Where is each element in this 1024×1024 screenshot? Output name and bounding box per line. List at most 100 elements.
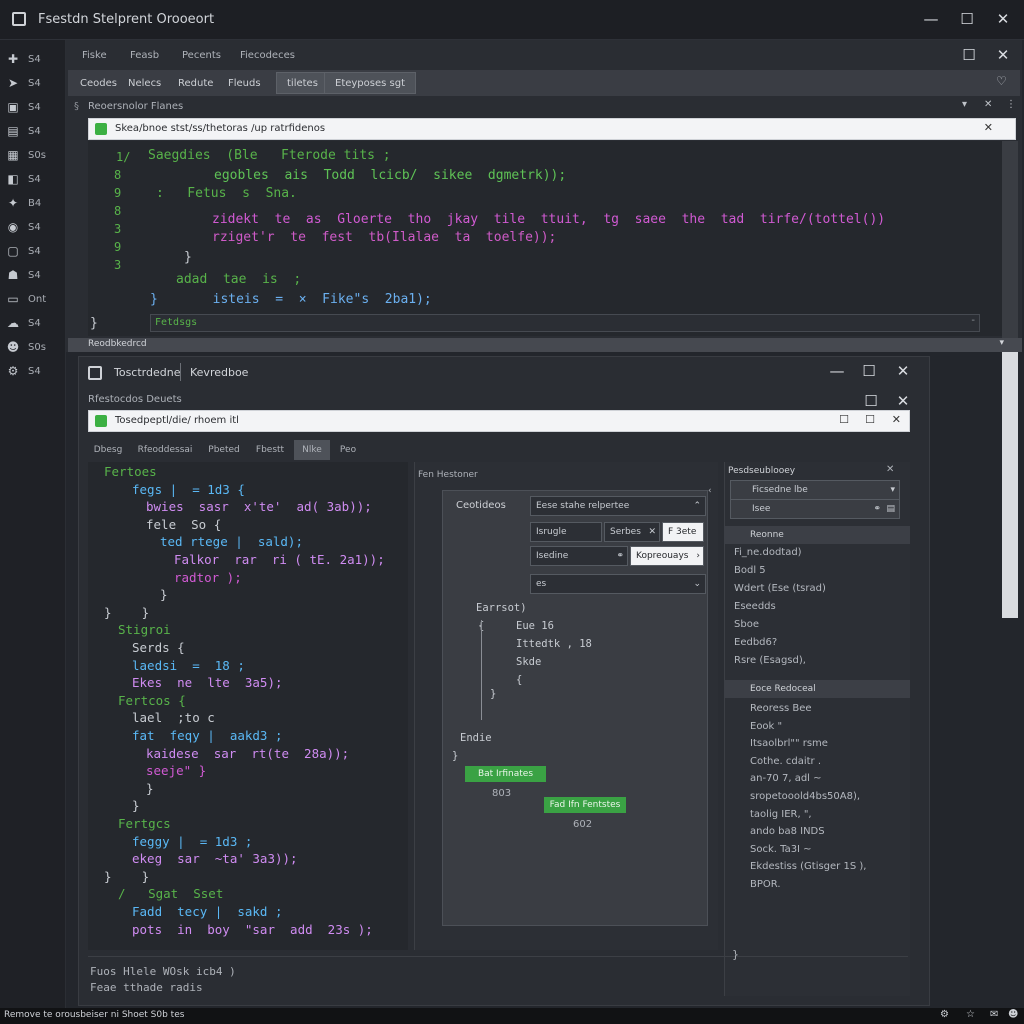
property-item[interactable]: Wdert (Ese (tsrad) — [734, 583, 826, 594]
heart-icon[interactable]: ♡ — [996, 74, 1007, 88]
sidebar-item-1[interactable]: ➤ S4 — [6, 72, 62, 94]
sidebar-item-10[interactable]: ▭ Ont — [6, 288, 62, 310]
status-sync-icon[interactable]: ☆ — [966, 1009, 975, 1020]
gear-icon: ⚙ — [7, 364, 19, 378]
link-icon-2[interactable]: ⚭ — [873, 504, 881, 514]
minimize-button[interactable]: — — [916, 6, 946, 32]
overflow-icon[interactable]: ▤ — [886, 504, 895, 514]
menu-item-help[interactable]: Fiecodeces — [240, 50, 295, 61]
win2-close-button[interactable]: ✕ — [888, 358, 918, 384]
field-clear-icon[interactable]: ✕ — [648, 527, 656, 537]
close-button[interactable]: ✕ — [988, 6, 1018, 32]
path-minimize-icon[interactable]: ☐ — [839, 413, 849, 426]
tab-0[interactable]: Dbesg — [88, 440, 128, 460]
form-select-1[interactable]: Eese stahe relpertee ⌃ — [530, 496, 706, 516]
sidebar-item-4[interactable]: ▦ S0s — [6, 144, 62, 166]
form-field-b[interactable]: Serbes ✕ — [604, 522, 660, 542]
sidebar-item-11[interactable]: ☁ S4 — [6, 312, 62, 334]
sidebar-item-label: S4 — [28, 221, 41, 233]
status-settings-icon[interactable]: ⚙ — [940, 1009, 949, 1020]
properties-dropdown[interactable]: Ficsedne lbe ▾ — [730, 480, 900, 500]
code-line: feggy | = 1d3 ; — [132, 833, 253, 849]
property-item[interactable]: Bodl 5 — [734, 565, 766, 576]
title-separator — [180, 363, 181, 381]
form-field-d[interactable]: Isedine ⚭ — [530, 546, 628, 566]
sidebar-item-12[interactable]: ☻ S0s — [6, 336, 62, 358]
tab-4[interactable]: Nlke — [294, 440, 330, 460]
pane-close-icon[interactable]: ✕ — [984, 99, 992, 110]
menu-item-file[interactable]: Fiske — [82, 50, 107, 61]
code-line: laedsi = 18 ; — [132, 657, 245, 673]
file-path-bar[interactable]: Skea/bnoe stst/ss/thetoras /up ratrfiden… — [88, 118, 1016, 140]
form-field-a[interactable]: Isrugle — [530, 522, 602, 542]
line-number: 8 — [114, 168, 122, 182]
property-item[interactable]: Fi_ne.dodtad) — [734, 547, 802, 558]
pane-menu-icon[interactable]: ⋮ — [1006, 99, 1016, 110]
properties-close-icon[interactable]: ✕ — [886, 464, 894, 475]
win1-maximize-button[interactable]: ☐ — [954, 42, 984, 68]
code-line: ekeg sar ~ta' 3a3)); — [132, 851, 298, 867]
main-scrollbar[interactable] — [1002, 352, 1018, 618]
form-select-2[interactable]: es ⌄ — [530, 574, 706, 594]
properties-field[interactable]: Isee ⚭ ▤ — [730, 499, 900, 519]
form-snippet-line: Skde — [516, 656, 542, 668]
property-item: Eook " — [750, 720, 783, 732]
panel-chevron-icon[interactable]: ▾ — [999, 338, 1004, 348]
property-item[interactable]: Sboe — [734, 619, 759, 630]
form-preview-collapse-icon[interactable]: ‹ — [708, 486, 712, 496]
app-logo-icon — [12, 12, 26, 26]
menu-item-view[interactable]: Pecents — [182, 50, 221, 61]
sidebar-item-5[interactable]: ◧ S4 — [6, 168, 62, 190]
sidebar-item-9[interactable]: ☗ S4 — [6, 264, 62, 286]
secondary-action-button[interactable]: Fad Ifn Fentstes — [544, 797, 626, 813]
sidebar-item-13[interactable]: ⚙ S4 — [6, 360, 62, 382]
status-bell-icon[interactable]: ✉ — [990, 1009, 998, 1020]
panel-header-label: Reodbkedrcd — [88, 339, 147, 349]
tab-5[interactable]: Peo — [334, 440, 362, 460]
property-item[interactable]: Eedbd6? — [734, 637, 777, 648]
form-label: Ceotideos — [456, 500, 506, 511]
tab-3[interactable]: Fbestt — [250, 440, 290, 460]
tab-2[interactable]: Pbeted — [202, 440, 246, 460]
form-field-c[interactable]: F 3ete — [662, 522, 704, 542]
code-line: fele So { — [146, 516, 222, 532]
tab-1[interactable]: Rfeoddessai — [132, 440, 198, 460]
find-bar[interactable]: Fetdsgs - — [150, 314, 980, 332]
win2-minimize-button[interactable]: — — [822, 358, 852, 384]
sidebar-item-7[interactable]: ◉ S4 — [6, 216, 62, 238]
path-close-icon[interactable]: ✕ — [984, 121, 993, 134]
sidebar-item-2[interactable]: ▣ S4 — [6, 96, 62, 118]
section-header-2[interactable]: Eoce Redoceal — [724, 680, 910, 698]
path-maximize-icon[interactable]: ☐ — [865, 413, 875, 426]
win1-close-button[interactable]: ✕ — [988, 42, 1018, 68]
property-item[interactable]: Rsre (Esagsd), — [734, 655, 806, 666]
git-icon: ◧ — [7, 172, 19, 186]
status-user-icon[interactable]: ☻ — [1008, 1009, 1018, 1020]
toolbar-button-5[interactable]: Eteyposes sgt — [324, 72, 417, 94]
sidebar-item-8[interactable]: ▢ S4 — [6, 240, 62, 262]
primary-action-button[interactable]: Bat Irfinates — [465, 766, 546, 782]
person-icon: ☻ — [6, 340, 20, 354]
form-snippet-line: { — [516, 674, 523, 686]
section-header-1[interactable]: Reonne — [724, 526, 910, 544]
sidebar-item-6[interactable]: ✦ B4 — [6, 192, 62, 214]
file-path-bar-2[interactable]: Tosedpeptl/die/ rhoem itl ☐ ☐ ✕ — [88, 410, 910, 432]
find-bar-dropdown-icon[interactable]: - — [971, 315, 975, 326]
panel-header-strip: Reodbkedrcd ▾ — [68, 338, 1022, 352]
maximize-button[interactable]: ☐ — [952, 6, 982, 32]
win2-maximize-button[interactable]: ☐ — [854, 358, 884, 384]
find-bar-text: Fetdsgs — [155, 317, 198, 328]
editor-1-scrollbar[interactable] — [1002, 141, 1018, 341]
sidebar-item-0[interactable]: ✚ S4 — [6, 48, 62, 70]
sidebar-item-3[interactable]: ▤ S4 — [6, 120, 62, 142]
link-icon[interactable]: ⚭ — [616, 551, 624, 561]
menu-item-edit[interactable]: Feasb — [130, 50, 159, 61]
path-close-icon-2[interactable]: ✕ — [892, 413, 901, 426]
toolbar-button-4[interactable]: tiletes — [276, 72, 329, 94]
property-item[interactable]: Eseedds — [734, 601, 776, 612]
toolbar-button-1[interactable]: Nelecs — [118, 72, 171, 94]
toolbar-button-3[interactable]: Fleuds — [218, 72, 271, 94]
collapse-icon[interactable]: ▾ — [962, 99, 967, 110]
toolbar-button-2[interactable]: Redute — [168, 72, 223, 94]
form-field-e[interactable]: Kopreouays › — [630, 546, 704, 566]
